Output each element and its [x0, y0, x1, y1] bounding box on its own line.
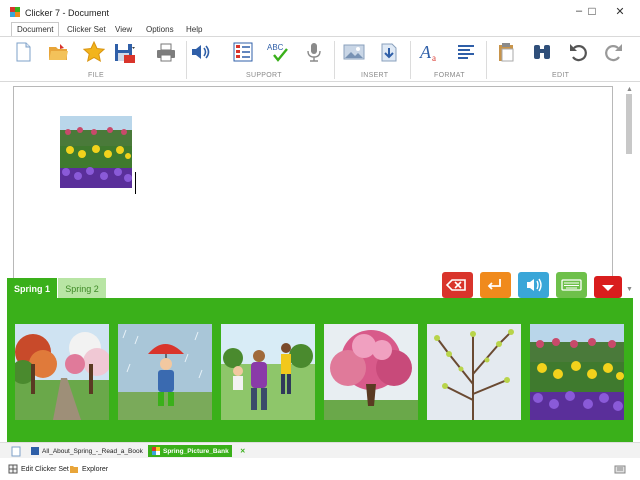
enter-icon — [487, 279, 501, 290]
document-icon — [31, 447, 39, 455]
menu-view[interactable]: View — [115, 25, 132, 34]
scroll-thumb[interactable] — [626, 94, 632, 154]
clicker-app-icon — [10, 7, 20, 17]
microphone-icon[interactable] — [303, 41, 325, 63]
delete-button[interactable] — [442, 272, 473, 298]
group-label-insert: INSERT — [361, 72, 389, 79]
align-icon[interactable] — [455, 41, 477, 63]
undo-icon[interactable] — [567, 41, 589, 63]
font-style-icon[interactable]: Aa — [419, 41, 441, 63]
grid-cell-child-umbrella-rain[interactable] — [118, 324, 212, 420]
grid-cell-spring-flowers[interactable] — [530, 324, 624, 420]
grid-cell-spring-path-trees[interactable] — [15, 324, 109, 420]
maximize-button[interactable]: □ — [578, 2, 606, 20]
grid-cell-blossom-tree[interactable] — [324, 324, 418, 420]
insert-file-icon[interactable] — [378, 41, 400, 63]
clicker-set-icon — [152, 447, 160, 455]
new-document-icon[interactable] — [12, 41, 34, 63]
spellcheck-text: ABC — [267, 43, 284, 52]
ribbon-separator — [186, 41, 187, 79]
group-label-edit: EDIT — [552, 72, 570, 79]
clipboard-icon[interactable] — [495, 41, 517, 63]
backspace-icon — [445, 279, 466, 291]
group-label-support: SUPPORT — [246, 72, 282, 79]
redo-icon[interactable] — [603, 41, 625, 63]
save-icon[interactable] — [113, 41, 135, 63]
ribbon-toolbar: FILE ABC SUPPORT INSERT Aa FORMAT EDIT — [0, 36, 640, 82]
speak-icon — [527, 278, 542, 292]
favorites-star-icon[interactable] — [83, 41, 105, 63]
grid-cell-children-playing-park[interactable] — [221, 324, 315, 420]
close-button[interactable]: ✕ — [606, 2, 634, 20]
keyboard-button[interactable] — [556, 272, 587, 298]
speech-volume-icon[interactable] — [190, 41, 212, 63]
ribbon-separator — [486, 41, 487, 79]
close-tab-icon[interactable]: ✕ — [240, 445, 245, 457]
new-tab-icon[interactable] — [10, 445, 22, 457]
title-bar: Clicker 7 - Document – □ ✕ — [0, 0, 640, 22]
grid-edit-icon — [8, 464, 18, 474]
text-cursor — [135, 172, 136, 194]
menu-help[interactable]: Help — [186, 25, 202, 34]
spellcheck-icon[interactable]: ABC — [267, 41, 289, 63]
ribbon-separator — [410, 41, 411, 79]
doc-tab-label: Spring_Picture_Bank — [163, 447, 229, 455]
chevron-down-icon — [602, 285, 614, 291]
doc-tab-spring-picture-bank[interactable]: Spring_Picture_Bank — [148, 445, 232, 457]
menu-document[interactable]: Document — [11, 22, 60, 36]
doc-tab-label: All_About_Spring_-_Read_a_Book — [42, 447, 143, 455]
ribbon-separator — [334, 41, 335, 79]
group-label-format: FORMAT — [434, 72, 465, 79]
document-scrollbar[interactable]: ▲ ▼ — [624, 86, 636, 296]
folder-icon — [70, 466, 78, 473]
explorer-label: Explorer — [82, 465, 109, 473]
enter-button[interactable] — [480, 272, 511, 298]
menu-clicker-set[interactable]: Clicker Set — [67, 25, 106, 34]
group-label-file: FILE — [88, 72, 104, 79]
doc-tab-all-about-spring[interactable]: All_About_Spring_-_Read_a_Book — [30, 445, 143, 457]
resize-grip-icon[interactable] — [614, 464, 626, 474]
insert-picture-icon[interactable] — [343, 41, 365, 63]
window-title: Clicker 7 - Document — [25, 8, 110, 18]
scroll-down-icon[interactable]: ▼ — [626, 286, 633, 293]
scroll-up-icon[interactable]: ▲ — [626, 86, 633, 93]
speak-button[interactable] — [518, 272, 549, 298]
clicker-app-window: Clicker 7 - Document – □ ✕ Document Clic… — [0, 0, 640, 480]
hide-button[interactable] — [594, 276, 622, 298]
menu-options[interactable]: Options — [146, 25, 174, 34]
word-list-icon[interactable] — [232, 41, 254, 63]
svg-text:A: A — [419, 42, 432, 62]
print-icon[interactable] — [155, 41, 177, 63]
tab-spring-2[interactable]: Spring 2 — [58, 278, 106, 300]
grid-cell-budding-branches[interactable] — [427, 324, 521, 420]
edit-clicker-set-button[interactable]: Edit Clicker Set — [8, 464, 69, 474]
tab-spring-1[interactable]: Spring 1 — [7, 278, 57, 300]
edit-clicker-set-label: Edit Clicker Set — [21, 465, 69, 473]
open-folder-icon[interactable] — [47, 41, 69, 63]
keyboard-icon — [561, 279, 582, 291]
menu-bar: Document Clicker Set View Options Help — [0, 22, 640, 36]
svg-text:a: a — [432, 53, 436, 63]
find-binoculars-icon[interactable] — [531, 41, 553, 63]
explorer-button[interactable]: Explorer — [69, 464, 108, 474]
spring-flowers-picture[interactable] — [60, 116, 132, 188]
